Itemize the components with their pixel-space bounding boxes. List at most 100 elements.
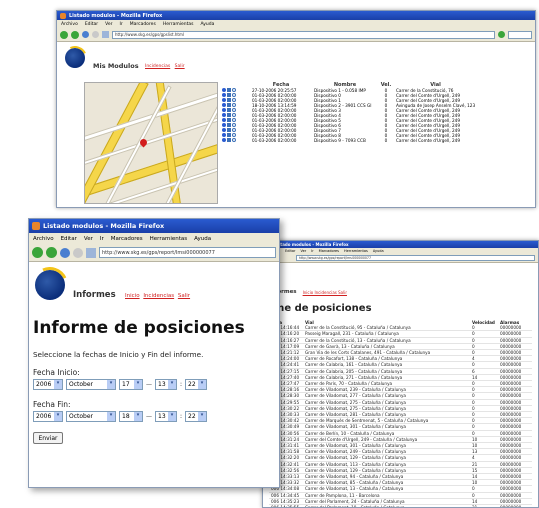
titlebar: Listado modulos - Mozilla Firefox bbox=[29, 219, 279, 233]
inicio-hour-select[interactable]: 13 ▾ bbox=[155, 379, 177, 390]
map-icon[interactable] bbox=[222, 88, 226, 92]
map-icon[interactable] bbox=[222, 138, 226, 142]
page-subtitle: Seleccione la fechas de Inicio y Fin del… bbox=[33, 350, 204, 359]
report-icon[interactable] bbox=[227, 88, 231, 92]
fin-hour-select[interactable]: 13 ▾ bbox=[155, 411, 177, 422]
header-links[interactable]: Inicio Incidencias Salir bbox=[303, 290, 347, 295]
link-salir[interactable]: Salir bbox=[175, 64, 185, 69]
menu-editar[interactable]: Editar bbox=[285, 249, 295, 253]
menu-herramientas[interactable]: Herramientas bbox=[163, 22, 194, 27]
logo bbox=[59, 42, 91, 74]
report-icon[interactable] bbox=[227, 133, 231, 137]
info-icon[interactable] bbox=[232, 123, 236, 127]
menu-herramientas[interactable]: Herramientas bbox=[344, 249, 368, 253]
map-view[interactable] bbox=[84, 82, 218, 204]
menu-ver[interactable]: Ver bbox=[105, 22, 112, 27]
report-title: rme de posiciones bbox=[269, 303, 372, 314]
map-icon[interactable] bbox=[222, 98, 226, 102]
menu-ayuda[interactable]: Ayuda bbox=[373, 249, 384, 253]
inicio-min-select[interactable]: 22 ▾ bbox=[185, 379, 208, 390]
menu-ver[interactable]: Ver bbox=[84, 236, 93, 242]
menu-ver[interactable]: Ver bbox=[300, 249, 306, 253]
forward-button[interactable] bbox=[71, 30, 79, 39]
report-icon[interactable] bbox=[227, 118, 231, 122]
url-bar[interactable]: http://www.skg.es/gps/report/Imsi0000000… bbox=[296, 255, 535, 261]
home-icon[interactable] bbox=[86, 247, 96, 258]
report-icon[interactable] bbox=[227, 98, 231, 102]
map-icon[interactable] bbox=[222, 133, 226, 137]
forward-button[interactable] bbox=[46, 247, 57, 258]
stop-icon[interactable] bbox=[92, 31, 99, 38]
enviar-button[interactable]: Enviar bbox=[33, 432, 63, 444]
cell-nombre: Dispositivo 9 - 7093 CCB bbox=[314, 138, 366, 143]
reload-icon[interactable] bbox=[82, 31, 89, 38]
report-icon[interactable] bbox=[227, 113, 231, 117]
info-icon[interactable] bbox=[232, 113, 236, 117]
go-button[interactable] bbox=[498, 31, 505, 38]
report-icon[interactable] bbox=[227, 103, 231, 107]
cell-velocidad: 21 bbox=[470, 504, 498, 507]
info-icon[interactable] bbox=[232, 98, 236, 102]
menu-ayuda[interactable]: Ayuda bbox=[194, 236, 211, 242]
menu-marcadores[interactable]: Marcadores bbox=[319, 249, 339, 253]
window-report-list: Listado modulos - Mozilla Firefox Archiv… bbox=[262, 240, 539, 508]
fin-year-select[interactable]: 2006 ▾ bbox=[33, 411, 63, 422]
info-icon[interactable] bbox=[232, 108, 236, 112]
menu-ir[interactable]: Ir bbox=[100, 236, 104, 242]
info-icon[interactable] bbox=[232, 88, 236, 92]
report-icon[interactable] bbox=[227, 128, 231, 132]
info-icon[interactable] bbox=[232, 138, 236, 142]
url-bar[interactable]: http://www.skg.es/gps/gpslist.html bbox=[112, 30, 495, 39]
stop-icon[interactable] bbox=[73, 247, 83, 258]
menu-editar[interactable]: Editar bbox=[85, 22, 98, 27]
cell-fecha: 006 14:34:45 bbox=[269, 492, 303, 499]
map-icon[interactable] bbox=[222, 113, 226, 117]
row-icons[interactable] bbox=[220, 138, 250, 143]
inicio-month-select[interactable]: October ▾ bbox=[66, 379, 116, 390]
map-icon[interactable] bbox=[222, 103, 226, 107]
inicio-day-select[interactable]: 17 ▾ bbox=[119, 379, 143, 390]
titlebar: Listado modulos - Mozilla Firefox bbox=[57, 11, 535, 20]
map-icon[interactable] bbox=[222, 108, 226, 112]
menu-archivo[interactable]: Archivo bbox=[61, 22, 78, 27]
link-inicio[interactable]: Inicio bbox=[125, 293, 140, 299]
link-incidencias[interactable]: Incidencias bbox=[143, 293, 174, 299]
nav-toolbar: http://www.skg.es/gps/gpslist.html bbox=[57, 28, 535, 42]
report-icon[interactable] bbox=[227, 123, 231, 127]
map-icon[interactable] bbox=[222, 123, 226, 127]
reload-icon[interactable] bbox=[60, 247, 70, 258]
back-button[interactable] bbox=[60, 30, 68, 39]
map-icon[interactable] bbox=[222, 128, 226, 132]
info-icon[interactable] bbox=[232, 103, 236, 107]
report-icon[interactable] bbox=[227, 108, 231, 112]
link-salir[interactable]: Salir bbox=[178, 293, 190, 299]
map-icon[interactable] bbox=[222, 93, 226, 97]
home-icon[interactable] bbox=[102, 31, 109, 38]
inicio-year-select[interactable]: 2006 ▾ bbox=[33, 379, 63, 390]
report-icon[interactable] bbox=[227, 93, 231, 97]
fin-row: 2006 ▾ October ▾ 18 ▾ — 13 ▾ : 22 ▾ bbox=[33, 411, 208, 422]
menu-marcadores[interactable]: Marcadores bbox=[130, 22, 156, 27]
table-row[interactable]: 01-03-2006 02:00:00 Dispositivo 9 - 7093 … bbox=[220, 138, 477, 143]
fin-day-select[interactable]: 18 ▾ bbox=[119, 411, 143, 422]
back-button[interactable] bbox=[32, 247, 43, 258]
report-icon[interactable] bbox=[227, 138, 231, 142]
menu-marcadores[interactable]: Marcadores bbox=[111, 236, 143, 242]
menu-ir[interactable]: Ir bbox=[120, 22, 123, 27]
info-icon[interactable] bbox=[232, 133, 236, 137]
link-incidencias[interactable]: Incidencias bbox=[145, 64, 170, 69]
map-icon[interactable] bbox=[222, 118, 226, 122]
fin-month-select[interactable]: October ▾ bbox=[66, 411, 116, 422]
menu-archivo[interactable]: Archivo bbox=[33, 236, 54, 242]
fin-min-select[interactable]: 22 ▾ bbox=[185, 411, 208, 422]
menu-editar[interactable]: Editar bbox=[61, 236, 77, 242]
url-bar[interactable]: http://www.skg.es/gps/report/Imsi0000000… bbox=[99, 247, 276, 258]
menu-ir[interactable]: Ir bbox=[311, 249, 313, 253]
info-icon[interactable] bbox=[232, 128, 236, 132]
info-icon[interactable] bbox=[232, 93, 236, 97]
menu-ayuda[interactable]: Ayuda bbox=[200, 22, 214, 27]
search-box[interactable] bbox=[508, 30, 532, 39]
page-content: Informes Inicio Incidencias Salir rme de… bbox=[263, 263, 538, 507]
info-icon[interactable] bbox=[232, 118, 236, 122]
menu-herramientas[interactable]: Herramientas bbox=[150, 236, 187, 242]
